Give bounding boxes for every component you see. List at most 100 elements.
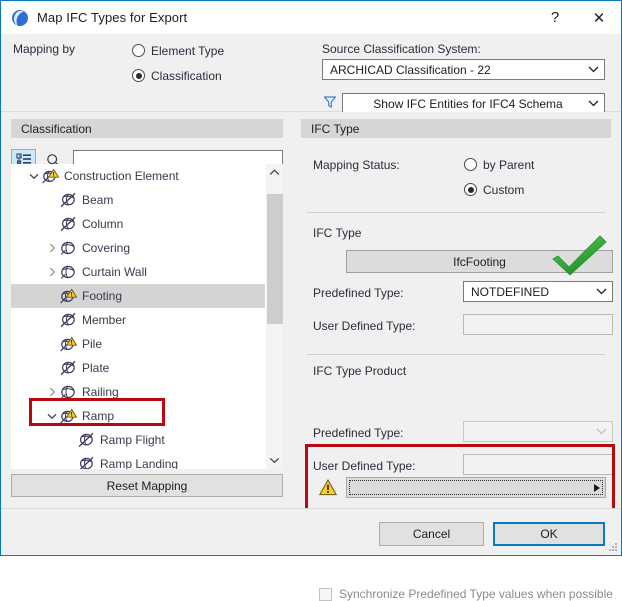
scroll-up-icon[interactable]: [266, 164, 283, 181]
sphere-slash-warning-icon: [59, 336, 78, 352]
chevron-right-icon[interactable]: [45, 265, 59, 279]
chevron-down-icon[interactable]: [27, 169, 41, 183]
classification-panel-header: Classification: [11, 119, 283, 138]
dialog-window: Map IFC Types for Export ? ✕ Mapping by …: [0, 0, 622, 601]
chevron-right-icon[interactable]: [45, 385, 59, 399]
source-classification-system-select[interactable]: ARCHICAD Classification - 22: [322, 59, 605, 80]
sync-predefined-type-checkbox[interactable]: Synchronize Predefined Type values when …: [319, 587, 613, 601]
tree-item-label: Pile: [82, 337, 103, 351]
dialog-body: Classification Construction Element Beam…: [1, 112, 621, 601]
tree-item-ramp-flight[interactable]: Ramp Flight: [11, 428, 266, 452]
sphere-slash-warning-icon: [41, 168, 60, 184]
sphere-slash-icon: [77, 432, 95, 448]
tree-scrollbar-thumb[interactable]: [267, 194, 283, 324]
sync-checkbox-label: Synchronize Predefined Type values when …: [339, 587, 613, 601]
ifc-type-button[interactable]: IfcFooting: [346, 250, 613, 273]
sphere-slash-warning-icon: [59, 288, 78, 304]
archicad-sphere-icon: [11, 9, 29, 27]
sphere-icon: [59, 240, 77, 256]
ifc-schema-filter-value: Show IFC Entities for IFC4 Schema: [373, 96, 563, 111]
radio-element-type-label: Element Type: [151, 43, 225, 58]
tree-item-footing[interactable]: Footing: [11, 284, 266, 308]
tree-scrollbar[interactable]: [265, 164, 283, 469]
focus-outline: [349, 480, 603, 495]
ifc-schema-filter-select[interactable]: Show IFC Entities for IFC4 Schema: [342, 93, 605, 114]
title-bar-buttons: ? ✕: [533, 1, 621, 34]
sphere-icon: [59, 264, 77, 280]
tree-item-pile[interactable]: Pile: [11, 332, 266, 356]
window-title: Map IFC Types for Export: [37, 10, 188, 25]
tree-item-label: Construction Element: [64, 169, 179, 183]
reset-mapping-button[interactable]: Reset Mapping: [11, 474, 283, 497]
radio-by-parent[interactable]: by Parent: [464, 153, 534, 176]
tree-item-ramp-landing[interactable]: Ramp Landing: [11, 452, 266, 469]
mapping-by-label: Mapping by: [13, 42, 76, 56]
dialog-footer: Cancel OK: [1, 508, 621, 555]
cancel-button[interactable]: Cancel: [379, 522, 484, 546]
chevron-right-icon[interactable]: [594, 483, 600, 492]
radio-classification-indicator: [132, 69, 145, 82]
user-defined-type-input[interactable]: [463, 314, 613, 335]
type-product-predefined-type-select[interactable]: [463, 421, 613, 442]
sphere-slash-icon: [59, 312, 77, 328]
user-defined-type-label: User Defined Type:: [313, 319, 416, 333]
classification-tree-rows: Construction Element Beam Column Covering Cu…: [11, 164, 266, 469]
type-product-predefined-type-label: Predefined Type:: [313, 426, 404, 440]
ifc-type-product-label: IFC Type Product: [313, 364, 407, 378]
tree-item-label: Ramp: [82, 409, 115, 423]
sphere-slash-icon: [59, 216, 77, 232]
mapping-by-section: Mapping by Element Type Classification S…: [1, 34, 621, 114]
radio-element-type[interactable]: Element Type: [132, 39, 224, 62]
sphere-slash-warning-icon: [59, 408, 78, 424]
ifc-type-panel-body: Mapping Status: by Parent Custom IFC Typ…: [301, 138, 613, 527]
ifc-type-product-input[interactable]: [346, 477, 606, 498]
tree-item-label: Ramp Flight: [100, 433, 165, 447]
sphere-icon: [59, 384, 77, 400]
tree-item-railing[interactable]: Railing: [11, 380, 266, 404]
divider: [307, 354, 605, 355]
type-product-user-defined-type-input[interactable]: [463, 454, 613, 475]
chevron-right-icon[interactable]: [45, 241, 59, 255]
mapping-status-label: Mapping Status:: [313, 158, 400, 172]
ifc-type-label: IFC Type: [313, 226, 362, 240]
tree-item-construction-element[interactable]: Construction Element: [11, 164, 266, 188]
classification-tree[interactable]: Construction Element Beam Column Covering Cu…: [11, 164, 283, 469]
ok-button[interactable]: OK: [493, 522, 605, 546]
mapping-by-radio-group: Element Type Classification: [132, 39, 224, 89]
title-bar: Map IFC Types for Export ? ✕: [1, 1, 621, 34]
sync-checkbox-indicator: [319, 587, 332, 601]
funnel-icon[interactable]: [322, 94, 338, 110]
tree-item-covering[interactable]: Covering: [11, 236, 266, 260]
tree-item-label: Column: [82, 217, 124, 231]
radio-custom[interactable]: Custom: [464, 178, 534, 201]
help-button[interactable]: ?: [533, 1, 577, 34]
predefined-type-select[interactable]: NOTDEFINED: [463, 281, 613, 302]
radio-element-type-indicator: [132, 44, 145, 57]
predefined-type-value: NOTDEFINED: [471, 284, 549, 299]
radio-classification-label: Classification: [151, 68, 222, 83]
tree-item-curtain-wall[interactable]: Curtain Wall: [11, 260, 266, 284]
chevron-down-icon[interactable]: [45, 409, 59, 423]
tree-item-beam[interactable]: Beam: [11, 188, 266, 212]
tree-item-label: Plate: [82, 361, 110, 375]
tree-item-column[interactable]: Column: [11, 212, 266, 236]
resize-grip[interactable]: [606, 540, 618, 552]
radio-classification[interactable]: Classification: [132, 64, 224, 87]
tree-item-label: Ramp Landing: [100, 457, 179, 469]
close-icon[interactable]: ✕: [577, 1, 621, 34]
ifc-type-panel-header: IFC Type: [301, 119, 611, 138]
scroll-down-icon[interactable]: [266, 452, 283, 469]
sphere-slash-icon: [77, 456, 95, 469]
source-classification-system-value: ARCHICAD Classification - 22: [330, 62, 491, 77]
tree-item-ramp[interactable]: Ramp: [11, 404, 266, 428]
sphere-slash-icon: [59, 192, 77, 208]
tree-item-plate[interactable]: Plate: [11, 356, 266, 380]
tree-item-member[interactable]: Member: [11, 308, 266, 332]
ifc-type-panel: IFC Type Mapping Status: by Parent Custo…: [301, 119, 613, 508]
radio-custom-indicator: [464, 183, 477, 196]
